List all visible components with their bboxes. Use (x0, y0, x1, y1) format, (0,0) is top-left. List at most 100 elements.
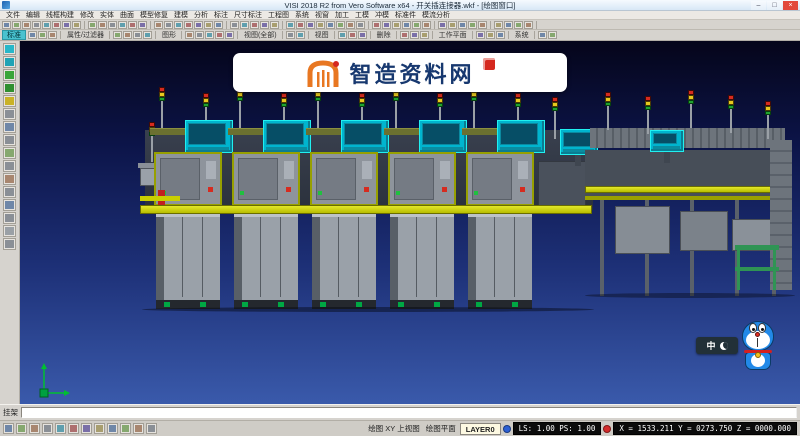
toolbar-icon[interactable] (476, 31, 485, 39)
menu-item[interactable]: 实体 (97, 11, 117, 20)
toolbar-icon[interactable] (468, 21, 477, 29)
toolbar-icon[interactable] (548, 31, 557, 39)
menu-item[interactable]: 工程图 (265, 11, 292, 20)
ime-indicator[interactable]: 中 (696, 337, 738, 354)
toolbar-icon[interactable] (412, 21, 421, 29)
workplane-status[interactable]: 绘图 XY 上视图 (366, 423, 422, 434)
left-toolbar-icon[interactable] (3, 82, 16, 94)
left-toolbar-icon[interactable] (3, 173, 16, 185)
menu-item[interactable]: 标注 (211, 11, 231, 20)
toolbar-icon[interactable] (52, 21, 61, 29)
left-toolbar-icon[interactable] (3, 160, 16, 172)
toolbar-tab-active[interactable]: 标准 (2, 30, 26, 40)
toolbar-group-label[interactable]: 系统 (512, 30, 532, 40)
toolbar-icon[interactable] (338, 31, 347, 39)
viewport[interactable]: 智造资料网 中 (20, 41, 800, 404)
menu-item[interactable]: 编辑 (23, 11, 43, 20)
menu-item[interactable]: 修改 (77, 11, 97, 20)
toolbar-icon[interactable] (296, 31, 305, 39)
snap-icon[interactable] (16, 423, 27, 434)
toolbar-icon[interactable] (113, 31, 122, 39)
snap-icon[interactable] (120, 423, 131, 434)
toolbar-icon[interactable] (486, 31, 495, 39)
toolbar-icon[interactable] (108, 21, 117, 29)
left-toolbar-icon[interactable] (3, 186, 16, 198)
snap-icon[interactable] (29, 423, 40, 434)
menu-item[interactable]: 线框构建 (43, 11, 77, 20)
toolbar-icon[interactable] (214, 21, 223, 29)
toolbar-group-label[interactable]: 图形 (159, 30, 179, 40)
toolbar-icon[interactable] (2, 21, 11, 29)
toolbar-icon[interactable] (382, 21, 391, 29)
minimize-button[interactable]: – (751, 1, 766, 10)
toolbar-icon[interactable] (260, 21, 269, 29)
toolbar-icon[interactable] (143, 31, 152, 39)
toolbar-icon[interactable] (195, 31, 204, 39)
toolbar-icon[interactable] (164, 21, 173, 29)
left-toolbar-icon[interactable] (3, 69, 16, 81)
toolbar-icon[interactable] (270, 21, 279, 29)
maximize-button[interactable]: □ (767, 1, 782, 10)
left-toolbar-icon[interactable] (3, 134, 16, 146)
menu-item[interactable]: 系统 (292, 11, 312, 20)
toolbar-icon[interactable] (400, 31, 409, 39)
left-toolbar-icon[interactable] (3, 147, 16, 159)
toolbar-icon[interactable] (496, 31, 505, 39)
toolbar-icon[interactable] (494, 21, 503, 29)
menu-item[interactable]: 视窗 (312, 11, 332, 20)
toolbar-icon[interactable] (48, 31, 57, 39)
toolbar-icon[interactable] (154, 21, 163, 29)
menu-item[interactable]: 文件 (3, 11, 23, 20)
left-toolbar-icon[interactable] (3, 121, 16, 133)
left-toolbar-icon[interactable] (3, 225, 16, 237)
toolbar-icon[interactable] (478, 21, 487, 29)
snap-icon[interactable] (55, 423, 66, 434)
left-toolbar-icon[interactable] (3, 108, 16, 120)
toolbar-icon[interactable] (123, 31, 132, 39)
toolbar-icon[interactable] (205, 31, 214, 39)
snap-icon[interactable] (133, 423, 144, 434)
menu-item[interactable]: 模流分析 (419, 11, 453, 20)
toolbar-icon[interactable] (225, 31, 234, 39)
left-toolbar-icon[interactable] (3, 56, 16, 68)
toolbar-icon[interactable] (326, 21, 335, 29)
toolbar-icon[interactable] (98, 21, 107, 29)
close-button[interactable]: × (783, 1, 798, 10)
toolbar-icon[interactable] (72, 21, 81, 29)
toolbar-icon[interactable] (38, 31, 47, 39)
toolbar-icon[interactable] (88, 21, 97, 29)
toolbar-icon[interactable] (316, 21, 325, 29)
toolbar-icon[interactable] (504, 21, 513, 29)
menu-item[interactable]: 工模 (352, 11, 372, 20)
toolbar-icon[interactable] (184, 21, 193, 29)
menu-item[interactable]: 分析 (191, 11, 211, 20)
status-blue-icon[interactable] (503, 425, 511, 433)
toolbar-icon[interactable] (448, 21, 457, 29)
snap-icon[interactable] (42, 423, 53, 434)
toolbar-icon[interactable] (286, 31, 295, 39)
toolbar-group-label[interactable]: 工作平面 (436, 30, 470, 40)
toolbar-icon[interactable] (346, 21, 355, 29)
menu-item[interactable]: 模型修复 (137, 11, 171, 20)
toolbar-icon[interactable] (514, 21, 523, 29)
toolbar-icon[interactable] (420, 31, 429, 39)
toolbar-icon[interactable] (306, 21, 315, 29)
snap-icon[interactable] (94, 423, 105, 434)
left-toolbar-icon[interactable] (3, 238, 16, 250)
toolbar-icon[interactable] (372, 21, 381, 29)
toolbar-icon[interactable] (336, 21, 345, 29)
left-toolbar-icon[interactable] (3, 212, 16, 224)
toolbar-icon[interactable] (128, 21, 137, 29)
toolbar-icon[interactable] (194, 21, 203, 29)
toolbar-icon[interactable] (410, 31, 419, 39)
left-toolbar-icon[interactable] (3, 199, 16, 211)
status-red-icon[interactable] (603, 425, 611, 433)
toolbar-icon[interactable] (250, 21, 259, 29)
menu-item[interactable]: 尺寸标注 (231, 11, 265, 20)
toolbar-icon[interactable] (402, 21, 411, 29)
toolbar-icon[interactable] (118, 21, 127, 29)
snap-icon[interactable] (146, 423, 157, 434)
toolbar-icon[interactable] (133, 31, 142, 39)
toolbar-group-label[interactable]: 视图 (312, 30, 332, 40)
toolbar-icon[interactable] (538, 31, 547, 39)
